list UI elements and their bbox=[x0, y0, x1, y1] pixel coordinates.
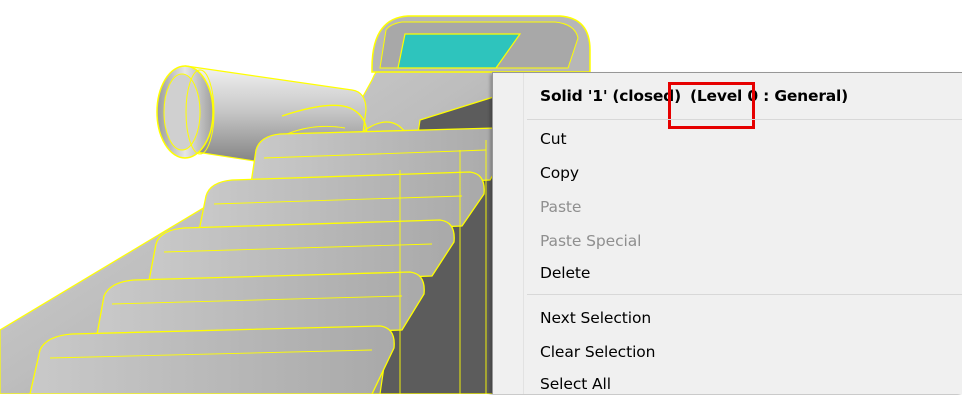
menu-item-cut[interactable]: Cut bbox=[540, 128, 567, 150]
menu-separator bbox=[527, 119, 962, 120]
menu-separator bbox=[527, 294, 962, 295]
menu-item-copy[interactable]: Copy bbox=[540, 162, 579, 184]
menu-item-paste-special[interactable]: Paste Special bbox=[540, 230, 641, 252]
menu-header: Solid '1' (closed) (Level 0 : General) bbox=[540, 82, 848, 129]
annotation-highlight-box bbox=[668, 82, 755, 129]
menu-item-select-all[interactable]: Select All bbox=[540, 373, 611, 395]
menu-icon-gutter bbox=[493, 73, 524, 394]
menu-item-paste[interactable]: Paste bbox=[540, 196, 581, 218]
menu-item-delete[interactable]: Delete bbox=[540, 262, 590, 284]
menu-item-next-selection[interactable]: Next Selection bbox=[540, 307, 651, 329]
header-solid-name: Solid '1' bbox=[540, 87, 608, 105]
context-menu: Solid '1' (closed) (Level 0 : General) Cut… bbox=[492, 72, 962, 394]
menu-item-clear-selection[interactable]: Clear Selection bbox=[540, 341, 656, 363]
